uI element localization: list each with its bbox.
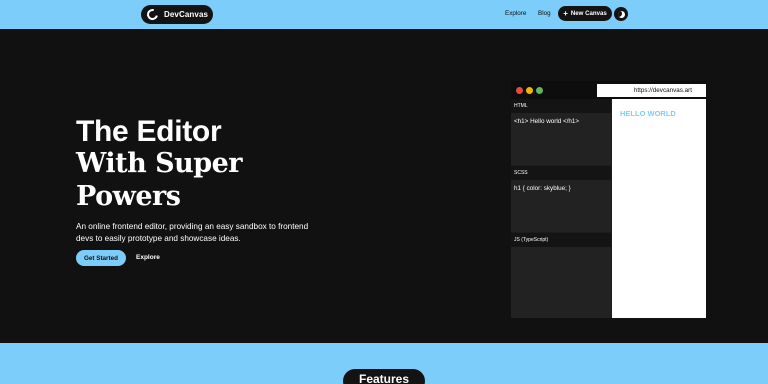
nav-link-blog[interactable]: Blog bbox=[538, 10, 551, 17]
editor-mockup: https://devcanvas.art HTML <h1> Hello wo… bbox=[511, 81, 706, 318]
code-pane-html[interactable]: <h1> Hello world </h1> bbox=[511, 113, 611, 165]
brand-logo[interactable]: DevCanvas bbox=[141, 5, 213, 24]
plus-icon: + bbox=[563, 8, 568, 18]
maximize-dot-icon bbox=[536, 87, 543, 94]
pane-label-js: JS (TypeScript) bbox=[511, 233, 611, 247]
logo-icon bbox=[144, 6, 161, 23]
explore-button[interactable]: Explore bbox=[136, 254, 160, 261]
hero-section: The Editor With Super Powers An online f… bbox=[0, 29, 768, 343]
hero-title-line1: The Editor bbox=[76, 115, 222, 148]
preview-heading: HELLO WORLD bbox=[620, 109, 676, 118]
features-heading: Features bbox=[343, 369, 425, 384]
hero-description: An online frontend editor, providing an … bbox=[76, 222, 309, 243]
hero-title-line2: With Super bbox=[76, 148, 243, 179]
new-canvas-button[interactable]: + New Canvas bbox=[558, 6, 612, 21]
theme-toggle-button[interactable] bbox=[614, 7, 628, 21]
brand-name: DevCanvas bbox=[164, 10, 209, 19]
preview-url-bar: https://devcanvas.art bbox=[597, 84, 706, 97]
code-pane-js[interactable] bbox=[511, 247, 611, 318]
nav-link-explore[interactable]: Explore bbox=[505, 10, 526, 17]
top-nav: DevCanvas Explore Blog + New Canvas bbox=[0, 0, 768, 29]
close-dot-icon bbox=[516, 87, 523, 94]
hero-title-line3: Powers bbox=[76, 181, 181, 212]
get-started-button[interactable]: Get Started bbox=[76, 250, 126, 266]
moon-icon bbox=[617, 10, 625, 18]
pane-label-html: HTML bbox=[511, 99, 611, 113]
new-canvas-label: New Canvas bbox=[570, 10, 607, 17]
editor-titlebar: https://devcanvas.art bbox=[511, 81, 706, 99]
minimize-dot-icon bbox=[526, 87, 533, 94]
pane-label-scss: SCSS bbox=[511, 166, 611, 180]
preview-pane: HELLO WORLD bbox=[612, 99, 706, 318]
code-pane-scss[interactable]: h1 { color: skyblue; } bbox=[511, 180, 611, 232]
